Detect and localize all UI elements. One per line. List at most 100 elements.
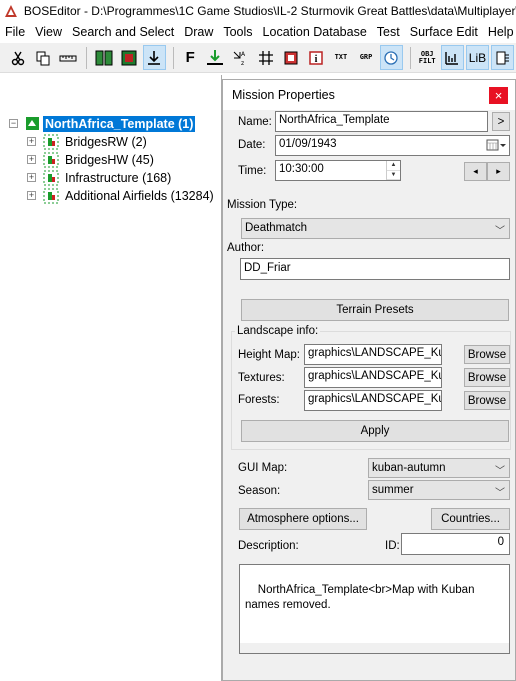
time-next-button[interactable]: ▸	[487, 162, 510, 181]
countries-button[interactable]: Countries...	[431, 508, 510, 530]
menu-view[interactable]: View	[30, 22, 67, 42]
calendar-icon[interactable]	[486, 139, 506, 152]
forests-browse-button[interactable]: Browse	[464, 391, 510, 410]
toolbar-separator	[86, 46, 88, 69]
mission-type-select[interactable]: Deathmatch ﹀	[241, 218, 510, 239]
time-field[interactable]: 10:30:00 ▲ ▼	[275, 160, 401, 181]
txt-icon[interactable]: TXT	[329, 45, 352, 70]
id-label: ID:	[385, 540, 400, 552]
grid-icon[interactable]	[254, 45, 277, 70]
landscape-icon[interactable]	[440, 45, 464, 70]
dialog-titlebar: Mission Properties ×	[223, 80, 515, 110]
spin-down-icon[interactable]: ▼	[387, 171, 400, 180]
tree-label[interactable]: Additional Airfields (13284)	[63, 188, 216, 204]
textures-browse-button[interactable]: Browse	[464, 368, 510, 387]
atmosphere-options-button[interactable]: Atmosphere options...	[239, 508, 367, 530]
dialog-title: Mission Properties	[232, 88, 335, 102]
description-text: NorthAfrica_Template<br>Map with Kuban n…	[245, 584, 478, 611]
copy-icon[interactable]	[31, 45, 54, 70]
menu-surface-edit[interactable]: Surface Edit	[405, 22, 483, 42]
time-prev-button[interactable]: ◂	[464, 162, 487, 181]
time-spinner[interactable]: ▲ ▼	[386, 161, 400, 180]
time-value: 10:30:00	[279, 163, 324, 175]
expand-icon[interactable]: +	[27, 137, 36, 146]
menu-draw[interactable]: Draw	[179, 22, 218, 42]
date-picker[interactable]: 01/09/1943	[275, 135, 510, 156]
grp-icon[interactable]: GRP	[354, 45, 377, 70]
toolbar: F Az i TXT GRP OBJ FILT LiB	[0, 43, 516, 73]
description-textarea[interactable]: NorthAfrica_Template<br>Map with Kuban n…	[239, 564, 510, 654]
toolbar-separator	[409, 46, 411, 69]
author-label: Author:	[227, 242, 265, 254]
expand-icon[interactable]: +	[27, 155, 36, 164]
menu-test[interactable]: Test	[372, 22, 405, 42]
description-label: Description:	[238, 540, 299, 552]
gui-map-select[interactable]: kuban-autumn ﹀	[368, 458, 510, 478]
forests-field[interactable]: graphics\LANDSCAPE_Kuban	[304, 390, 442, 411]
import-icon[interactable]	[142, 45, 166, 70]
toolbar-separator	[172, 46, 174, 69]
menu-file[interactable]: File	[0, 22, 30, 42]
tree-label[interactable]: Infrastructure (168)	[63, 170, 173, 186]
chevron-down-icon: ﹀	[495, 488, 505, 499]
apply-button[interactable]: Apply	[241, 420, 509, 442]
textures-field[interactable]: graphics\LANDSCAPE_Kuban	[304, 367, 442, 388]
group-node-icon	[43, 188, 59, 204]
season-label: Season:	[238, 485, 281, 497]
name-field[interactable]: NorthAfrica_Template	[275, 111, 488, 132]
horizontal-scrollbar[interactable]	[240, 643, 509, 653]
terrain-presets-button[interactable]: Terrain Presets	[241, 299, 509, 321]
date-value: 01/09/1943	[279, 138, 337, 150]
window-titlebar: BOSEditor - D:\Programmes\1C Game Studio…	[0, 0, 516, 22]
mission-type-value: Deathmatch	[245, 222, 308, 234]
tree-label[interactable]: NorthAfrica_Template (1)	[43, 116, 196, 132]
time-label: Time:	[238, 165, 267, 177]
obj-filter-icon[interactable]: OBJ FILT	[416, 45, 439, 70]
lib-icon[interactable]: LiB	[465, 45, 490, 70]
cut-icon[interactable]	[6, 45, 29, 70]
chevron-down-icon: ﹀	[495, 226, 505, 237]
height-map-field[interactable]: graphics\LANDSCAPE_Kuban	[304, 344, 442, 365]
close-icon[interactable]: ×	[489, 87, 508, 104]
height-map-browse-button[interactable]: Browse	[464, 345, 510, 364]
season-value: summer	[372, 484, 414, 496]
mission-properties-dialog: Mission Properties × Name: NorthAfrica_T…	[222, 79, 516, 681]
reference-point-icon[interactable]: Az	[229, 45, 252, 70]
collapse-icon[interactable]: −	[9, 119, 18, 128]
menu-bar: File View Search and Select Draw Tools L…	[0, 22, 516, 42]
export-icon[interactable]	[491, 45, 515, 70]
object-icon[interactable]	[117, 45, 140, 70]
menu-tools[interactable]: Tools	[218, 22, 257, 42]
gui-map-label: GUI Map:	[238, 462, 288, 474]
group-node-icon	[43, 134, 59, 150]
name-label: Name:	[238, 116, 272, 128]
window-title: BOSEditor - D:\Programmes\1C Game Studio…	[23, 4, 516, 18]
download-icon[interactable]	[204, 45, 227, 70]
season-select[interactable]: summer ﹀	[368, 480, 510, 500]
app-icon	[4, 5, 17, 17]
author-field[interactable]: DD_Friar	[240, 258, 510, 280]
menu-search-and-select[interactable]: Search and Select	[67, 22, 179, 42]
expand-icon[interactable]: +	[27, 173, 36, 182]
mission-tree: − NorthAfrica_Template (1) + BridgesRW (…	[0, 75, 222, 681]
svg-text:i: i	[314, 54, 317, 65]
group-node-icon	[43, 152, 59, 168]
spin-up-icon[interactable]: ▲	[387, 161, 400, 171]
expand-icon[interactable]: +	[27, 191, 36, 200]
tree-label[interactable]: BridgesRW (2)	[63, 134, 149, 150]
info-icon[interactable]: i	[304, 45, 327, 70]
timer-icon[interactable]	[379, 45, 403, 70]
map-node-icon	[26, 117, 39, 130]
font-icon[interactable]: F	[179, 45, 202, 70]
landscape-info-label: Landscape info:	[235, 325, 321, 337]
ruler-icon[interactable]	[56, 45, 79, 70]
group-icon[interactable]	[92, 45, 115, 70]
date-label: Date:	[238, 139, 266, 151]
chevron-down-icon: ﹀	[495, 466, 505, 477]
layers-icon[interactable]	[279, 45, 302, 70]
tree-label[interactable]: BridgesHW (45)	[63, 152, 156, 168]
menu-help[interactable]: Help	[483, 22, 516, 42]
id-field[interactable]: 0	[401, 533, 510, 555]
menu-location-database[interactable]: Location Database	[258, 22, 372, 42]
name-more-button[interactable]: >	[492, 112, 510, 131]
